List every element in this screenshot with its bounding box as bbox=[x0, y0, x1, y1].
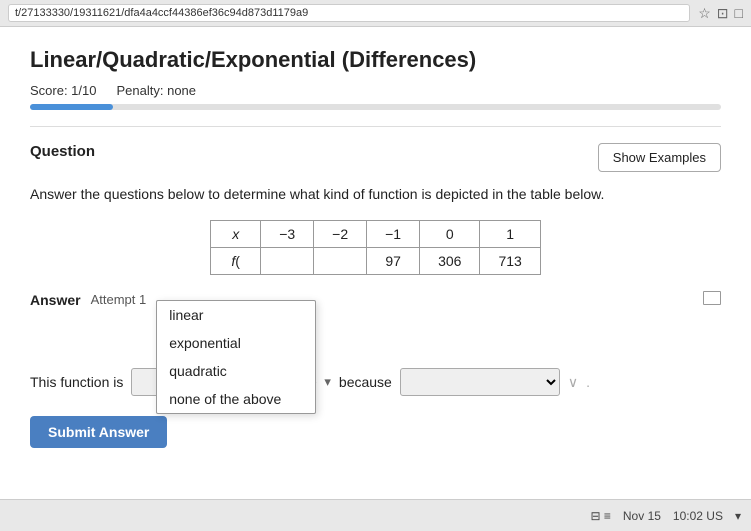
table-cell-97: 97 bbox=[367, 248, 420, 275]
taskbar-icons: ⊟ ≡ bbox=[591, 509, 611, 523]
score-row: Score: 1/10 Penalty: none bbox=[30, 83, 721, 98]
this-function-row: This function is linear exponential quad… bbox=[30, 368, 721, 396]
question-label: Question bbox=[30, 143, 95, 160]
progress-bar-fill bbox=[30, 104, 113, 110]
option-none[interactable]: none of the above bbox=[157, 385, 315, 413]
because-label: because bbox=[339, 374, 392, 390]
answer-note-icon bbox=[703, 291, 721, 308]
table-header-x: x bbox=[211, 221, 261, 248]
data-table-container: x −3 −2 −1 0 1 f( 97 306 713 bbox=[30, 220, 721, 275]
because-select[interactable] bbox=[400, 368, 560, 396]
question-header: Question Show Examples bbox=[30, 143, 721, 172]
browser-url: t/27133330/19311621/dfa4a4ccf44386ef36c9… bbox=[8, 4, 690, 22]
table-row-header: x −3 −2 −1 0 1 bbox=[211, 221, 541, 248]
browser-bar: t/27133330/19311621/dfa4a4ccf44386ef36c9… bbox=[0, 0, 751, 27]
table-cell-v1 bbox=[261, 248, 314, 275]
this-function-prefix: This function is bbox=[30, 374, 123, 390]
option-quadratic[interactable]: quadratic bbox=[157, 357, 315, 385]
table-header-neg2: −2 bbox=[314, 221, 367, 248]
table-row-values: f( 97 306 713 bbox=[211, 248, 541, 275]
browser-icons: ☆ ⊡ □ bbox=[698, 5, 743, 22]
table-cell-713: 713 bbox=[480, 248, 540, 275]
taskbar-right: ⊟ ≡ Nov 15 10:02 US ▾ bbox=[591, 509, 742, 523]
answer-dropdown-open[interactable]: linear exponential quadratic none of the… bbox=[156, 300, 316, 414]
section-divider bbox=[30, 126, 721, 127]
table-cell-fx: f( bbox=[211, 248, 261, 275]
table-cell-v2 bbox=[314, 248, 367, 275]
penalty-label: Penalty: none bbox=[117, 83, 197, 98]
submit-area: Submit Answer bbox=[30, 416, 721, 448]
page-title: Linear/Quadratic/Exponential (Difference… bbox=[30, 47, 721, 73]
table-header-0: 0 bbox=[420, 221, 480, 248]
submit-button[interactable]: Submit Answer bbox=[30, 416, 167, 448]
progress-bar-container bbox=[30, 104, 721, 110]
attempt-label: Attempt 1 bbox=[91, 292, 147, 307]
cast-icon[interactable]: ⊡ bbox=[717, 5, 729, 22]
comma-separator: ∨ bbox=[568, 374, 578, 391]
table-header-neg3: −3 bbox=[261, 221, 314, 248]
table-header-neg1: −1 bbox=[367, 221, 420, 248]
answer-row: Answer Attempt 1 linear exponential quad… bbox=[30, 291, 721, 308]
table-cell-306: 306 bbox=[420, 248, 480, 275]
show-examples-button[interactable]: Show Examples bbox=[598, 143, 721, 172]
page-content: Linear/Quadratic/Exponential (Difference… bbox=[0, 27, 751, 517]
question-text: Answer the questions below to determine … bbox=[30, 186, 721, 202]
note-box bbox=[703, 291, 721, 305]
taskbar-arrow: ▾ bbox=[735, 509, 741, 523]
answer-label: Answer bbox=[30, 292, 81, 308]
score-label: Score: 1/10 bbox=[30, 83, 97, 98]
taskbar-time: 10:02 US bbox=[673, 509, 723, 523]
data-table: x −3 −2 −1 0 1 f( 97 306 713 bbox=[210, 220, 541, 275]
window-icon[interactable]: □ bbox=[735, 5, 743, 22]
taskbar-date: Nov 15 bbox=[623, 509, 661, 523]
table-header-1: 1 bbox=[480, 221, 540, 248]
star-icon[interactable]: ☆ bbox=[698, 5, 711, 22]
option-linear[interactable]: linear bbox=[157, 301, 315, 329]
period: . bbox=[586, 374, 590, 390]
taskbar: ⊟ ≡ Nov 15 10:02 US ▾ bbox=[0, 499, 751, 531]
option-exponential[interactable]: exponential bbox=[157, 329, 315, 357]
